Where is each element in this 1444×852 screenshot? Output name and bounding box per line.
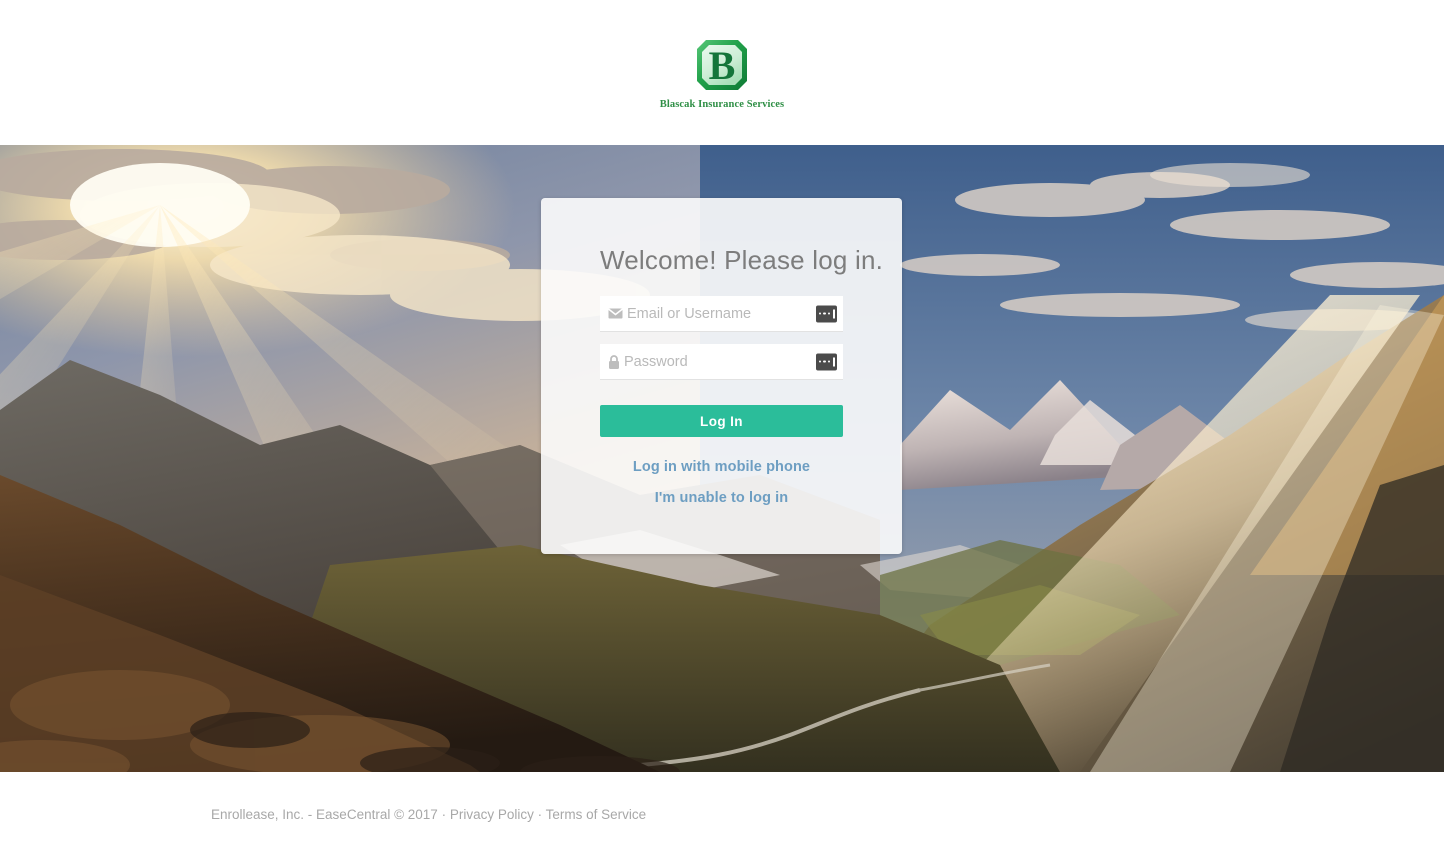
page-header: B Blascak Insurance Services [0, 0, 1444, 145]
svg-text:B: B [709, 43, 736, 88]
footer-separator-2: · [533, 807, 546, 822]
mobile-login-row: Log in with mobile phone [600, 458, 843, 476]
page-title: Welcome! Please log in. [600, 245, 884, 275]
footer-legal-text: Enrollease, Inc. - EaseCentral © 2017 · … [211, 807, 646, 822]
autofill-dots-icon[interactable] [816, 353, 837, 370]
envelope-icon [608, 308, 623, 319]
login-button[interactable]: Log In [600, 405, 843, 437]
password-input[interactable] [620, 353, 845, 370]
emerald-gem-b-logo: B [693, 36, 751, 94]
email-input[interactable] [623, 305, 848, 322]
password-field-row[interactable] [600, 344, 845, 380]
unable-login-row: I'm unable to log in [600, 489, 843, 507]
email-field-row[interactable] [600, 296, 848, 332]
hero-section: Welcome! Please log in. Email or Usernam… [0, 145, 1444, 772]
unable-to-login-link[interactable]: I'm unable to log in [655, 490, 789, 506]
mobile-login-link[interactable]: Log in with mobile phone [633, 459, 810, 475]
privacy-policy-link[interactable]: Privacy Policy [450, 807, 534, 822]
footer-separator-1: · [437, 807, 450, 822]
lock-icon [608, 354, 620, 369]
autofill-dots-icon[interactable] [816, 305, 837, 322]
brand-name-label: Blascak Insurance Services [659, 98, 785, 110]
footer-company-label: Enrollease, Inc. - EaseCentral © 2017 [211, 807, 438, 822]
page-footer: Enrollease, Inc. - EaseCentral © 2017 · … [0, 772, 1444, 852]
login-card: Welcome! Please log in. Email or Usernam… [541, 198, 902, 554]
brand-logo[interactable]: B Blascak Insurance Services [660, 36, 785, 110]
terms-of-service-link[interactable]: Terms of Service [546, 807, 647, 822]
